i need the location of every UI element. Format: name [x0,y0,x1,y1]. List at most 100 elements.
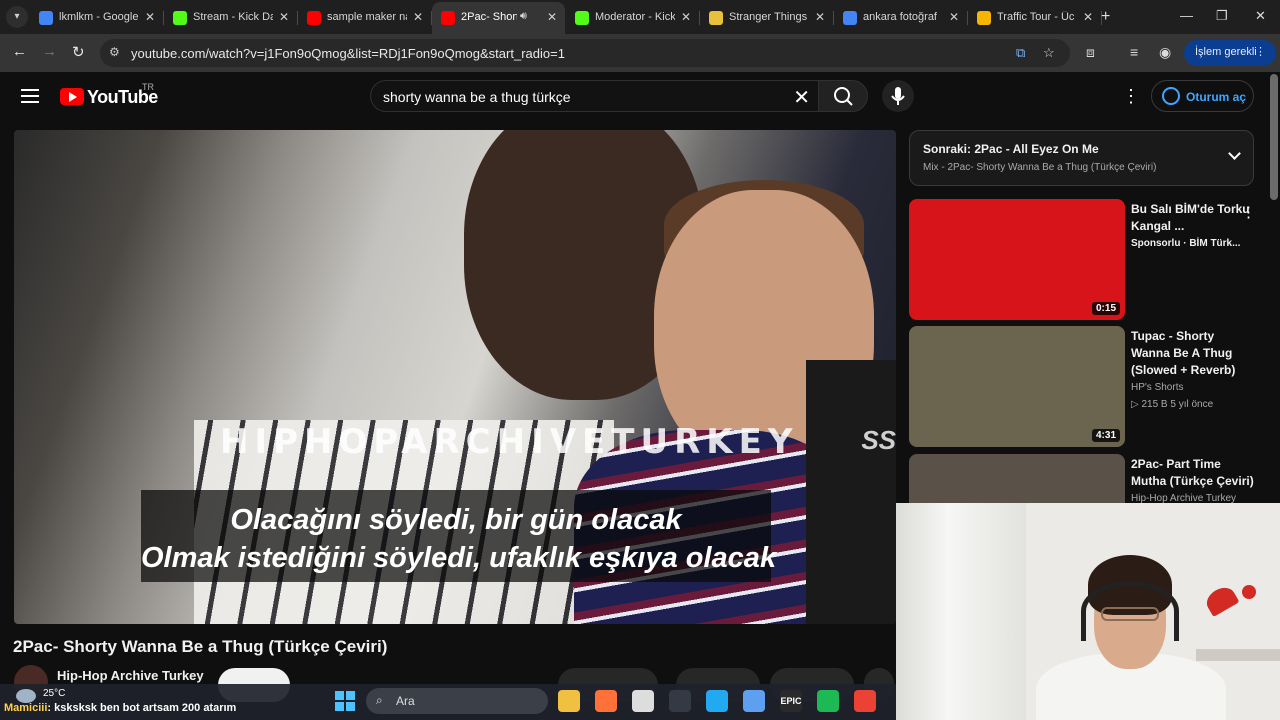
chevron-down-icon[interactable] [1228,147,1241,160]
tab-favicon-icon [977,11,991,25]
browser-tab[interactable]: ankara fotoğraf ✕ [834,2,968,34]
search-input[interactable]: shorty wanna be a thug türkçe ✕ [370,80,820,112]
extensions-icon[interactable]: ⧈ [1086,44,1095,61]
browser-tab[interactable]: Moderator - Kick ✕ [566,2,700,34]
recommendation-title: Tupac - Shorty Wanna Be A Thug (Slowed +… [1131,329,1236,377]
close-tab-icon[interactable]: ✕ [949,10,959,24]
browser-tab[interactable]: Stranger Things ✕ [700,2,834,34]
close-tab-icon[interactable]: ✕ [547,10,557,24]
settings-kebab-icon[interactable]: ⋮ [1122,86,1140,107]
weather-icon[interactable] [16,689,36,703]
webcam-curtain [896,503,1026,720]
video-thumbnail[interactable] [909,454,1125,503]
search-button[interactable] [818,80,868,112]
install-app-icon[interactable]: ⧉ [1016,45,1025,61]
browser-tab[interactable]: sample maker na ✕ [298,2,432,34]
recommendation-stats: ▷ 215 B 5 yıl önce [1131,399,1214,410]
youtube-header: YouTube TR shorty wanna be a thug türkçe… [0,72,1280,128]
tab-audio-icon[interactable]: 🔊︎ [520,10,527,23]
browser-tab-strip: ▾ lkmlkm - Google ✕ Stream - Kick Da ✕ sampl… [0,0,1280,34]
video-frame-rack [806,360,896,624]
vscode-icon[interactable] [706,690,728,712]
close-tab-icon[interactable]: ✕ [1083,10,1093,24]
clear-search-icon[interactable]: ✕ [793,85,810,110]
microphone-icon [891,87,905,105]
recommendation-channel: Sponsorlu · BİM Türk... [1131,238,1241,249]
youtube-play-icon [60,88,84,105]
close-tab-icon[interactable]: ✕ [413,10,423,24]
spotify-icon[interactable] [817,690,839,712]
video-thumbnail[interactable]: 0:15 [909,199,1125,320]
close-tab-icon[interactable]: ✕ [815,10,825,24]
browser-tab[interactable]: Traffic Tour - Üc ✕ [968,2,1102,34]
site-info-icon[interactable]: ⚙ [109,45,120,59]
chat-overlay-line: Mamiciii: ksksksk ben bot artsam 200 ata… [4,702,236,714]
tab-title: ankara fotoğraf [863,11,937,23]
tab-title: Moderator - Kick [595,11,675,23]
tab-favicon-icon [307,11,321,25]
close-tab-icon[interactable]: ✕ [145,10,155,24]
up-next-title: Sonraki: 2Pac - All Eyez On Me [923,142,1099,156]
weather-temperature: 25°C [43,688,66,699]
start-button[interactable] [335,691,355,711]
chat-username: Mamiciii [4,702,48,714]
close-window-button[interactable]: ✕ [1255,8,1266,24]
recommendation-item[interactable]: 0:15 Bu Salı BİM'de Torku Kangal ... Spons… [909,199,1269,323]
firefox-icon[interactable] [595,690,617,712]
menu-icon[interactable] [21,89,39,103]
notepad-icon[interactable] [632,690,654,712]
maximize-button[interactable]: ❐ [1216,8,1228,24]
sign-in-label: Oturum aç [1186,90,1247,104]
new-tab-button[interactable]: + [1101,8,1110,26]
subtitle-line-1: Olacağını söyledi, bir gün olacak [230,504,682,536]
media-controls-icon[interactable]: ≡ [1130,44,1138,60]
profile-icon[interactable]: ◉ [1159,44,1171,61]
up-next-panel[interactable]: Sonraki: 2Pac - All Eyez On Me Mix - 2Pa… [909,130,1254,186]
action-required-label: İşlem gerekli [1195,46,1257,58]
tab-title: 2Pac- Shorty [461,11,517,23]
close-tab-icon[interactable]: ✕ [681,10,691,24]
chat-message: : ksksksk ben bot artsam 200 atarım [47,702,237,714]
reload-button[interactable]: ↻ [72,43,85,61]
video-title: 2Pac- Shorty Wanna Be a Thug (Türkçe Çev… [13,637,388,656]
minimize-button[interactable]: — [1180,8,1193,23]
recommendation-channel: Hip-Hop Archive Turkey [1131,493,1237,503]
chrome-icon[interactable] [854,690,876,712]
browser-tab[interactable]: 2Pac- Shorty ✕ 🔊︎ [432,2,565,34]
close-tab-icon[interactable]: ✕ [279,10,289,24]
channel-name[interactable]: Hip-Hop Archive Turkey [57,668,204,683]
back-button[interactable]: ← [12,43,27,60]
forward-button[interactable]: → [42,43,57,60]
recommendation-item[interactable]: 2Pac- Part Time Mutha (Türkçe Çeviri) Hip… [909,454,1269,503]
more-options-icon[interactable]: ⋮ [1241,203,1256,221]
recommendation-item[interactable]: 4:31 Tupac - Shorty Wanna Be A Thug (Slow… [909,326,1269,450]
bookmark-star-icon[interactable]: ☆ [1043,45,1055,61]
page-scrollbar[interactable] [1270,74,1278,200]
tab-favicon-icon [575,11,589,25]
taskbar-search[interactable]: ⌕ Ara [366,688,548,714]
tab-title: Stranger Things [729,11,808,23]
recommendation-channel: HP's Shorts [1131,382,1184,393]
action-required-button[interactable]: İşlem gerekli ⋮ [1184,40,1276,66]
tab-title: lkmlkm - Google [59,11,139,23]
tab-title: Stream - Kick Da [193,11,273,23]
url-text: youtube.com/watch?v=j1Fon9oQmog&list=RDj… [131,46,565,61]
search-icon: ⌕ [376,693,383,707]
terminal-icon[interactable] [669,690,691,712]
tab-search-button[interactable]: ▾ [6,6,28,28]
video-player[interactable]: SS HIPHOPARCHIVETURKEY Olacağını söyledi… [14,130,896,624]
browser-toolbar: ← → ↻ ⚙ youtube.com/watch?v=j1Fon9oQmog&… [0,34,1280,72]
video-frame-rack-label: SS [861,425,896,455]
sign-in-button[interactable]: Oturum aç [1151,80,1254,112]
taskbar-search-placeholder: Ara [396,694,415,708]
browser-tab[interactable]: Stream - Kick Da ✕ [164,2,298,34]
video-thumbnail[interactable]: 4:31 [909,326,1125,447]
browser-tab[interactable]: lkmlkm - Google ✕ [30,2,164,34]
country-code: TR [142,82,154,92]
store-icon[interactable] [743,690,765,712]
recommendation-title: 2Pac- Part Time Mutha (Türkçe Çeviri) [1131,457,1254,488]
address-bar[interactable]: ⚙ youtube.com/watch?v=j1Fon9oQmog&list=R… [100,39,1070,67]
voice-search-button[interactable] [882,80,914,112]
epic-games-icon[interactable]: EPIC [780,690,802,712]
file-explorer-icon[interactable] [558,690,580,712]
